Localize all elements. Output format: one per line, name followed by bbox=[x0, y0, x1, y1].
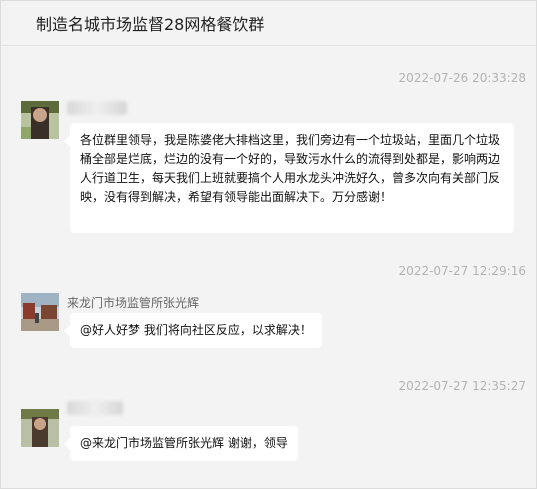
message-bubble[interactable]: 各位群里领导，我是陈婆佬大排档这里，我们旁边有一个垃圾站，里面几个垃圾桶全部是烂… bbox=[64, 123, 514, 233]
sender-name: 来龙门市场监管所张光辉 bbox=[67, 296, 200, 310]
message-timestamp: 2022-07-27 12:35:27 bbox=[398, 379, 526, 393]
message-timestamp: 2022-07-26 20:33:28 bbox=[398, 71, 526, 85]
avatar[interactable] bbox=[21, 409, 59, 447]
avatar[interactable] bbox=[21, 101, 59, 139]
avatar-photo-icon bbox=[21, 293, 59, 331]
avatar-photo-icon bbox=[21, 409, 59, 447]
message-timestamp: 2022-07-27 12:29:16 bbox=[398, 264, 526, 278]
sender-name-redacted bbox=[67, 401, 123, 415]
sender-name-redacted bbox=[67, 101, 127, 115]
chat-title: 制造名城市场监督28网格餐饮群 bbox=[36, 15, 265, 34]
message-bubble[interactable]: @来龙门市场监管所张光辉 谢谢，领导 bbox=[64, 426, 298, 461]
message-text: @好人好梦 我们将向社区反应，以求解决！ bbox=[80, 323, 312, 337]
message-text: 各位群里领导，我是陈婆佬大排档这里，我们旁边有一个垃圾站，里面几个垃圾桶全部是烂… bbox=[80, 133, 501, 204]
avatar[interactable] bbox=[21, 293, 59, 331]
chat-header: 制造名城市场监督28网格餐饮群 bbox=[1, 1, 536, 46]
message-text: @来龙门市场监管所张光辉 谢谢，领导 bbox=[80, 436, 288, 450]
message-bubble[interactable]: @好人好梦 我们将向社区反应，以求解决！ bbox=[64, 313, 322, 348]
chat-window: 制造名城市场监督28网格餐饮群 2022-07-26 20:33:28 各位群里… bbox=[0, 0, 537, 489]
avatar-photo-icon bbox=[21, 101, 59, 139]
